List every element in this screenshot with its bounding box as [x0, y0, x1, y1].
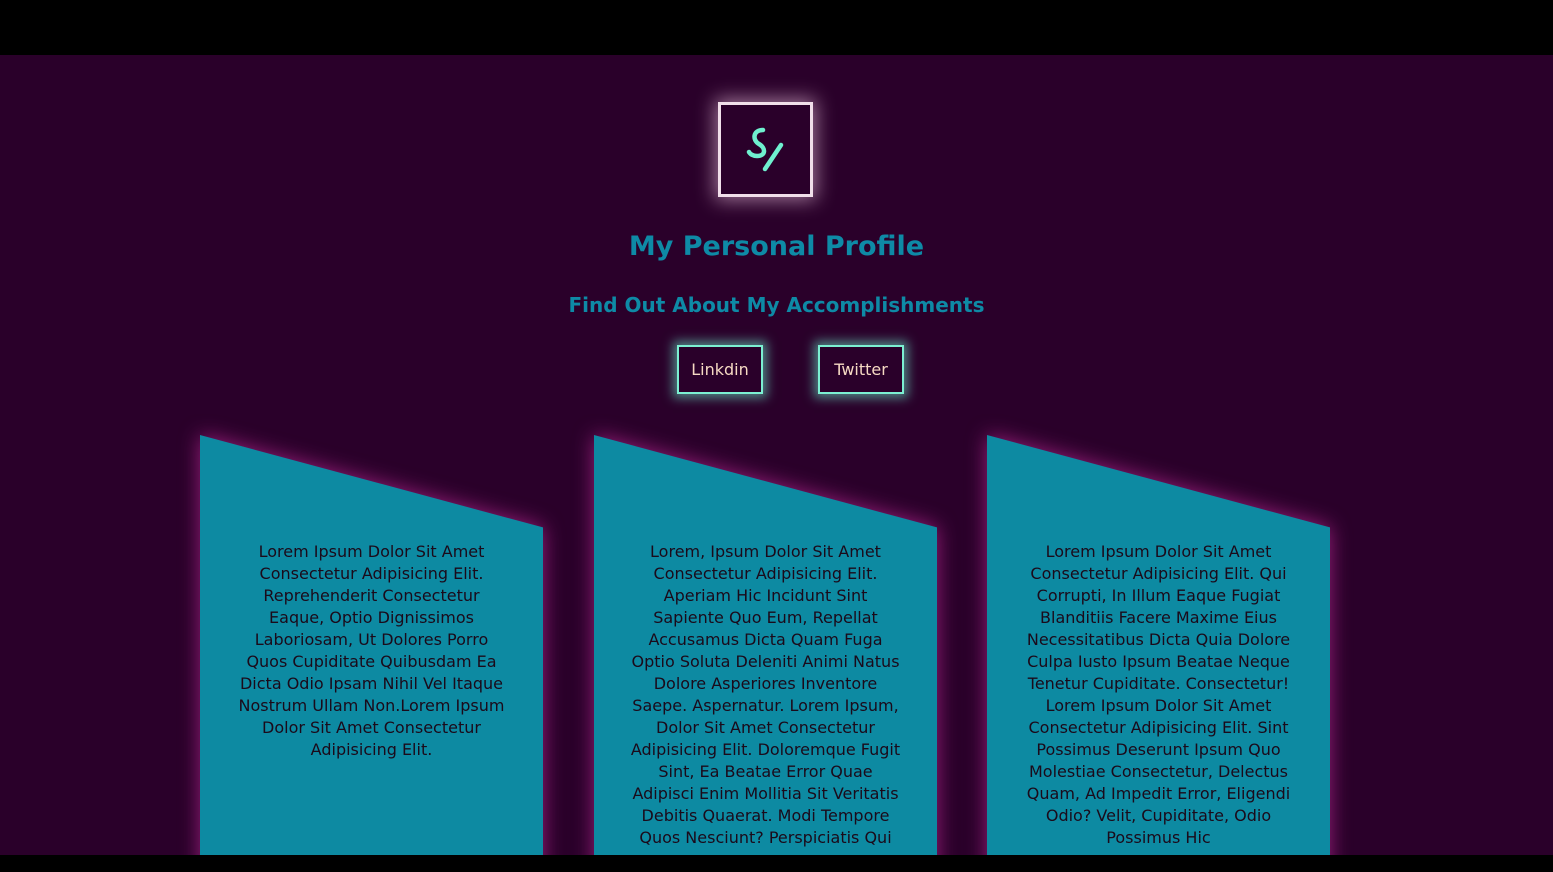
- card-panel: Lorem Ipsum Dolor Sit Amet Consectetur A…: [200, 435, 543, 855]
- accomplishment-card-3: Lorem Ipsum Dolor Sit Amet Consectetur A…: [987, 435, 1330, 855]
- page-title: My Personal Profile: [628, 231, 925, 262]
- card-text: Lorem Ipsum Dolor Sit Amet Consectetur A…: [238, 542, 505, 759]
- logo[interactable]: [721, 105, 810, 194]
- card-panel: Lorem, Ipsum Dolor Sit Amet Consectetur …: [594, 435, 937, 855]
- profile-page: My Personal Profile Find Out About My Ac…: [0, 55, 1553, 855]
- page-subtitle: Find Out About My Accomplishments: [568, 293, 985, 317]
- card-text: Lorem, Ipsum Dolor Sit Amet Consectetur …: [630, 542, 901, 847]
- accomplishment-card-2: Lorem, Ipsum Dolor Sit Amet Consectetur …: [594, 435, 937, 855]
- browser-top-bar: [0, 0, 1553, 55]
- linkedin-button[interactable]: Linkdin: [677, 345, 763, 394]
- card-panel: Lorem Ipsum Dolor Sit Amet Consectetur A…: [987, 435, 1330, 855]
- accomplishment-card-1: Lorem Ipsum Dolor Sit Amet Consectetur A…: [200, 435, 543, 855]
- sj-monogram-icon: [739, 123, 793, 177]
- card-text: Lorem Ipsum Dolor Sit Amet Consectetur A…: [1026, 542, 1291, 847]
- browser-bottom-bar: [0, 855, 1553, 872]
- twitter-button[interactable]: Twitter: [818, 345, 904, 394]
